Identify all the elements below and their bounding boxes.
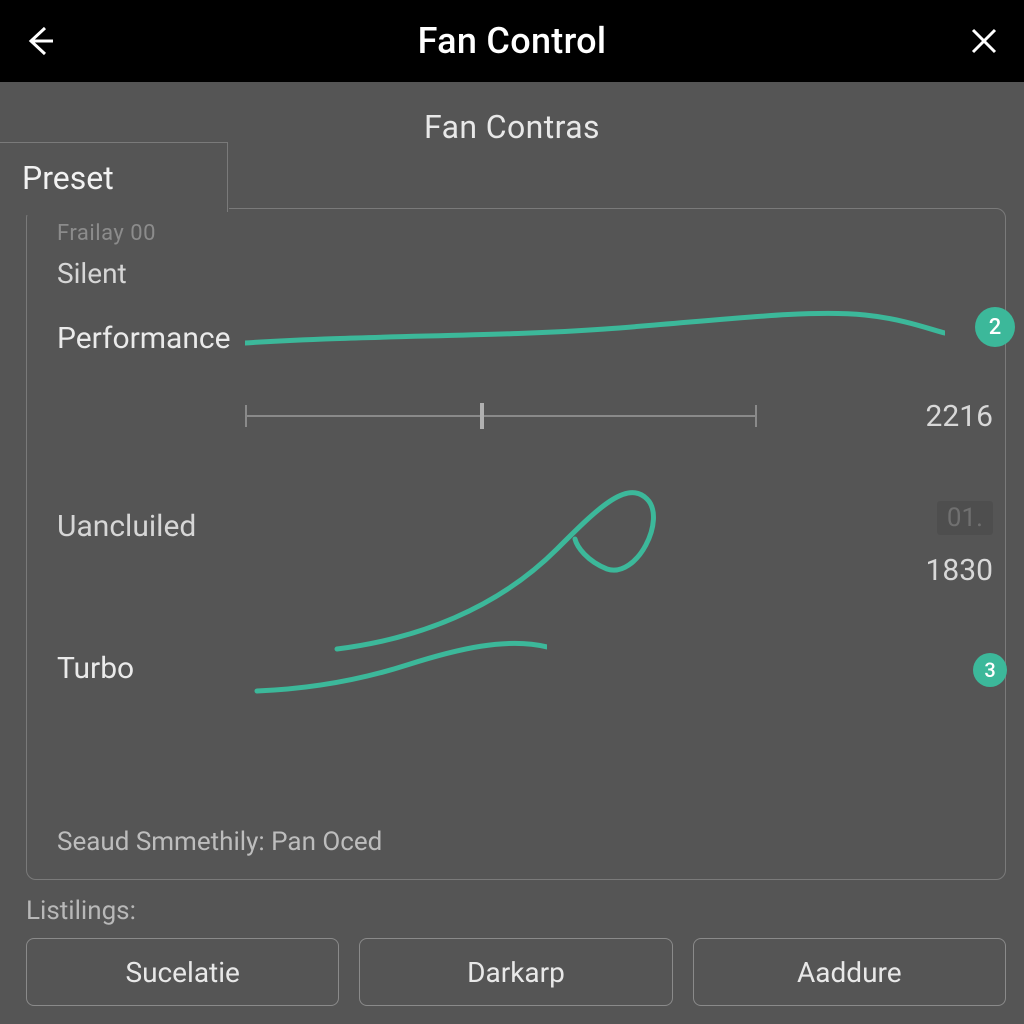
panel-footer-text: Seaud Smmethily: Pan Oced xyxy=(57,827,382,857)
preset-option-silent[interactable]: Silent xyxy=(57,257,127,290)
preset-option-performance[interactable]: Performance xyxy=(57,313,975,363)
back-button[interactable] xyxy=(18,19,62,63)
header-bar: Fan Control xyxy=(0,0,1024,82)
slider-value-readout: 2216 xyxy=(926,399,993,434)
preset-option-turbo[interactable]: Turbo xyxy=(57,651,134,686)
close-icon xyxy=(969,26,999,56)
turbo-curve-icon xyxy=(247,629,547,699)
sucelatie-button[interactable]: Sucelatie xyxy=(26,938,339,1006)
settings-panel: Frailay 00 Silent Performance 2 2216 Uan… xyxy=(26,208,1006,880)
back-arrow-icon xyxy=(23,24,57,58)
slider-tick-start xyxy=(245,405,247,427)
page-subtitle: Fan Contras xyxy=(0,108,1024,146)
action-buttons-row: Sucelatie Darkarp Aaddure xyxy=(26,938,1006,1006)
mid-curve-icon xyxy=(327,469,747,659)
darkarp-button-label: Darkarp xyxy=(467,956,565,989)
listings-label: Listilings: xyxy=(26,896,136,926)
performance-badge: 2 xyxy=(975,307,1015,347)
aaddure-button[interactable]: Aaddure xyxy=(693,938,1006,1006)
close-button[interactable] xyxy=(962,19,1006,63)
darkarp-button[interactable]: Darkarp xyxy=(359,938,672,1006)
preset-tab-label: Preset xyxy=(22,159,114,197)
slider-thumb[interactable] xyxy=(480,403,484,429)
body-area: Fan Contras Preset Frailay 00 Silent Per… xyxy=(0,82,1024,1024)
partial-top-label: Frailay 00 xyxy=(57,221,156,246)
slider-track xyxy=(245,415,755,417)
header-title: Fan Control xyxy=(418,20,607,62)
dimmed-value: 01. xyxy=(937,501,993,535)
preset-tab[interactable]: Preset xyxy=(0,142,228,212)
preset-option-uancluiled[interactable]: Uancluiled xyxy=(57,509,196,544)
performance-label: Performance xyxy=(57,321,267,356)
slider-tick-end xyxy=(755,405,757,427)
aaddure-button-label: Aaddure xyxy=(797,956,902,989)
sucelatie-button-label: Sucelatie xyxy=(125,956,239,989)
value-1830: 1830 xyxy=(926,553,993,588)
turbo-badge: 3 xyxy=(973,653,1007,687)
fan-speed-slider[interactable] xyxy=(245,401,755,431)
